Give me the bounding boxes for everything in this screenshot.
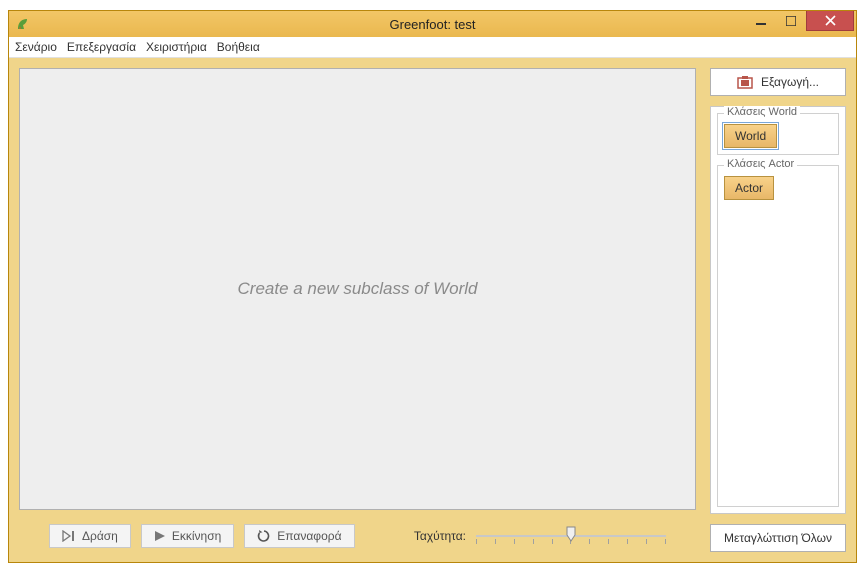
content: Create a new subclass of World Δράση Εκκ… [9,58,856,562]
world-class-button[interactable]: World [724,124,777,148]
menu-scenario[interactable]: Σενάριο [15,40,57,54]
menu-controls[interactable]: Χειριστήρια [146,40,207,54]
actor-classes-group: Κλάσεις Actor Actor [717,165,839,507]
act-button[interactable]: Δράση [49,524,131,548]
export-icon [737,75,753,89]
menubar: Σενάριο Επεξεργασία Χειριστήρια Βοήθεια [9,37,856,58]
right-column: Εξαγωγή... Κλάσεις World World Κλάσεις A… [710,68,846,552]
run-button[interactable]: Εκκίνηση [141,524,234,548]
step-icon [62,530,76,542]
act-label: Δράση [82,529,118,543]
world-classes-group: Κλάσεις World World [717,113,839,155]
reset-label: Επαναφορά [277,529,341,543]
app-icon [15,16,31,32]
speed-slider[interactable] [476,524,666,548]
speed-label: Ταχύτητα: [414,529,466,543]
compile-label: Μεταγλώττιση Όλων [724,531,832,545]
reset-button[interactable]: Επαναφορά [244,524,354,548]
classes-panel: Κλάσεις World World Κλάσεις Actor Actor [710,106,846,514]
minimize-button[interactable] [746,11,776,31]
close-button[interactable] [806,11,854,31]
world-placeholder: Create a new subclass of World [238,279,478,299]
app-window: Greenfoot: test Σενάριο Επεξεργασία Χειρ… [8,10,857,563]
maximize-button[interactable] [776,11,806,31]
menu-edit[interactable]: Επεξεργασία [67,40,136,54]
titlebar: Greenfoot: test [9,11,856,37]
controls-bar: Δράση Εκκίνηση Επαναφορά Ταχύτητα: [19,510,696,552]
window-title: Greenfoot: test [9,17,856,32]
actor-group-legend: Κλάσεις Actor [724,158,797,170]
menu-help[interactable]: Βοήθεια [217,40,260,54]
window-buttons [746,11,856,37]
world-group-legend: Κλάσεις World [724,106,800,118]
compile-button[interactable]: Μεταγλώττιση Όλων [710,524,846,552]
reset-icon [257,529,271,543]
export-button[interactable]: Εξαγωγή... [710,68,846,96]
export-label: Εξαγωγή... [761,75,819,89]
left-column: Create a new subclass of World Δράση Εκκ… [19,68,696,552]
run-label: Εκκίνηση [172,529,221,543]
world-view: Create a new subclass of World [19,68,696,510]
play-icon [154,530,166,542]
actor-class-button[interactable]: Actor [724,176,774,200]
slider-thumb[interactable] [566,526,576,542]
